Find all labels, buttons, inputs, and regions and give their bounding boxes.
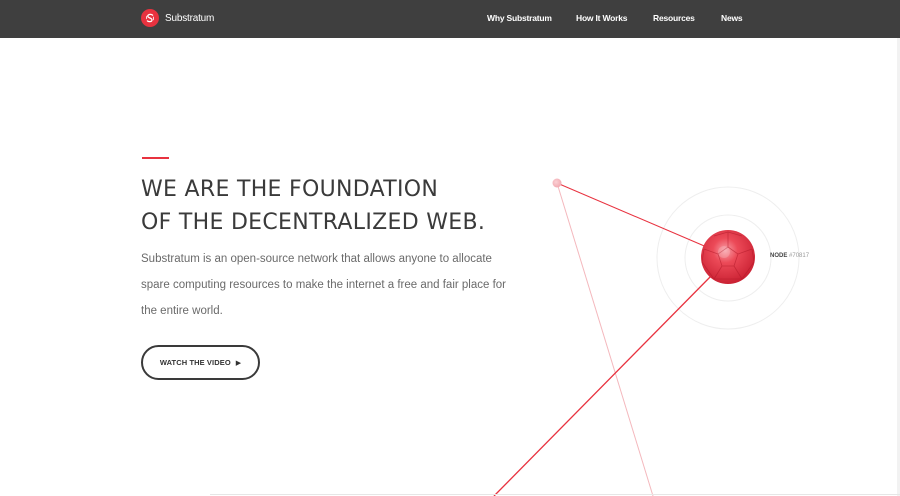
headline-accent-rule	[142, 157, 169, 159]
hero-headline-line-2: OF THE DECENTRALIZED WEB.	[141, 210, 486, 235]
watch-video-label: WATCH THE VIDEO	[159, 358, 231, 367]
node-id: #70817	[789, 253, 810, 259]
nav-link-resources[interactable]: Resources	[653, 13, 695, 23]
nav-link-news[interactable]: News	[721, 13, 743, 23]
network-link-lower	[493, 272, 715, 496]
watch-video-button[interactable]: WATCH THE VIDEO ▶	[141, 345, 260, 380]
play-arrow-icon: ▶	[235, 359, 242, 367]
nav-link-why-substratum[interactable]: Why Substratum	[487, 13, 552, 23]
hero-headline-line-1: WE ARE THE FOUNDATION	[141, 177, 439, 202]
network-link-upper	[556, 182, 710, 249]
hero-description: Substratum is an open-source network tha…	[141, 253, 507, 317]
main-nav: Why Substratum How It Works Resources Ne…	[0, 13, 900, 27]
top-navigation-bar: Substratum Why Substratum How It Works R…	[0, 0, 900, 38]
network-link-faint	[556, 182, 654, 496]
nav-link-how-it-works[interactable]: How It Works	[576, 13, 627, 23]
hero-headline: WE ARE THE FOUNDATION OF THE DECENTRALIZ…	[141, 173, 561, 239]
node-label-prefix: NODE	[770, 253, 788, 259]
node-sphere-icon	[701, 230, 755, 284]
node-label: NODE #70817	[770, 253, 809, 259]
section-divider	[210, 494, 900, 495]
